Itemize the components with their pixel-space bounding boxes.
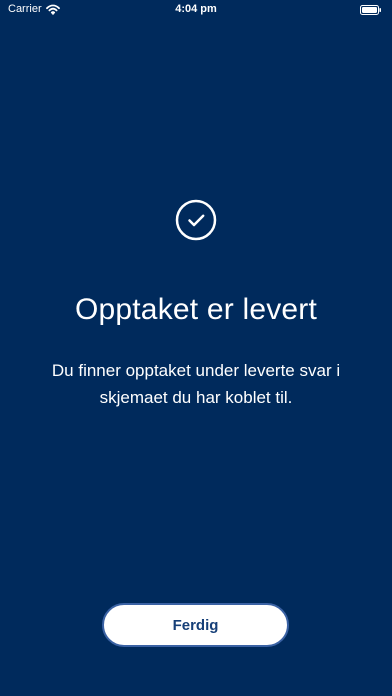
- check-circle-icon: [175, 199, 217, 241]
- success-message: Du finner opptaket under leverte svar i …: [51, 361, 341, 407]
- done-button[interactable]: Ferdig: [102, 603, 289, 647]
- success-screen: Opptaket er levert Du finner opptaket un…: [0, 0, 392, 696]
- page-title: Opptaket er levert: [74, 293, 318, 327]
